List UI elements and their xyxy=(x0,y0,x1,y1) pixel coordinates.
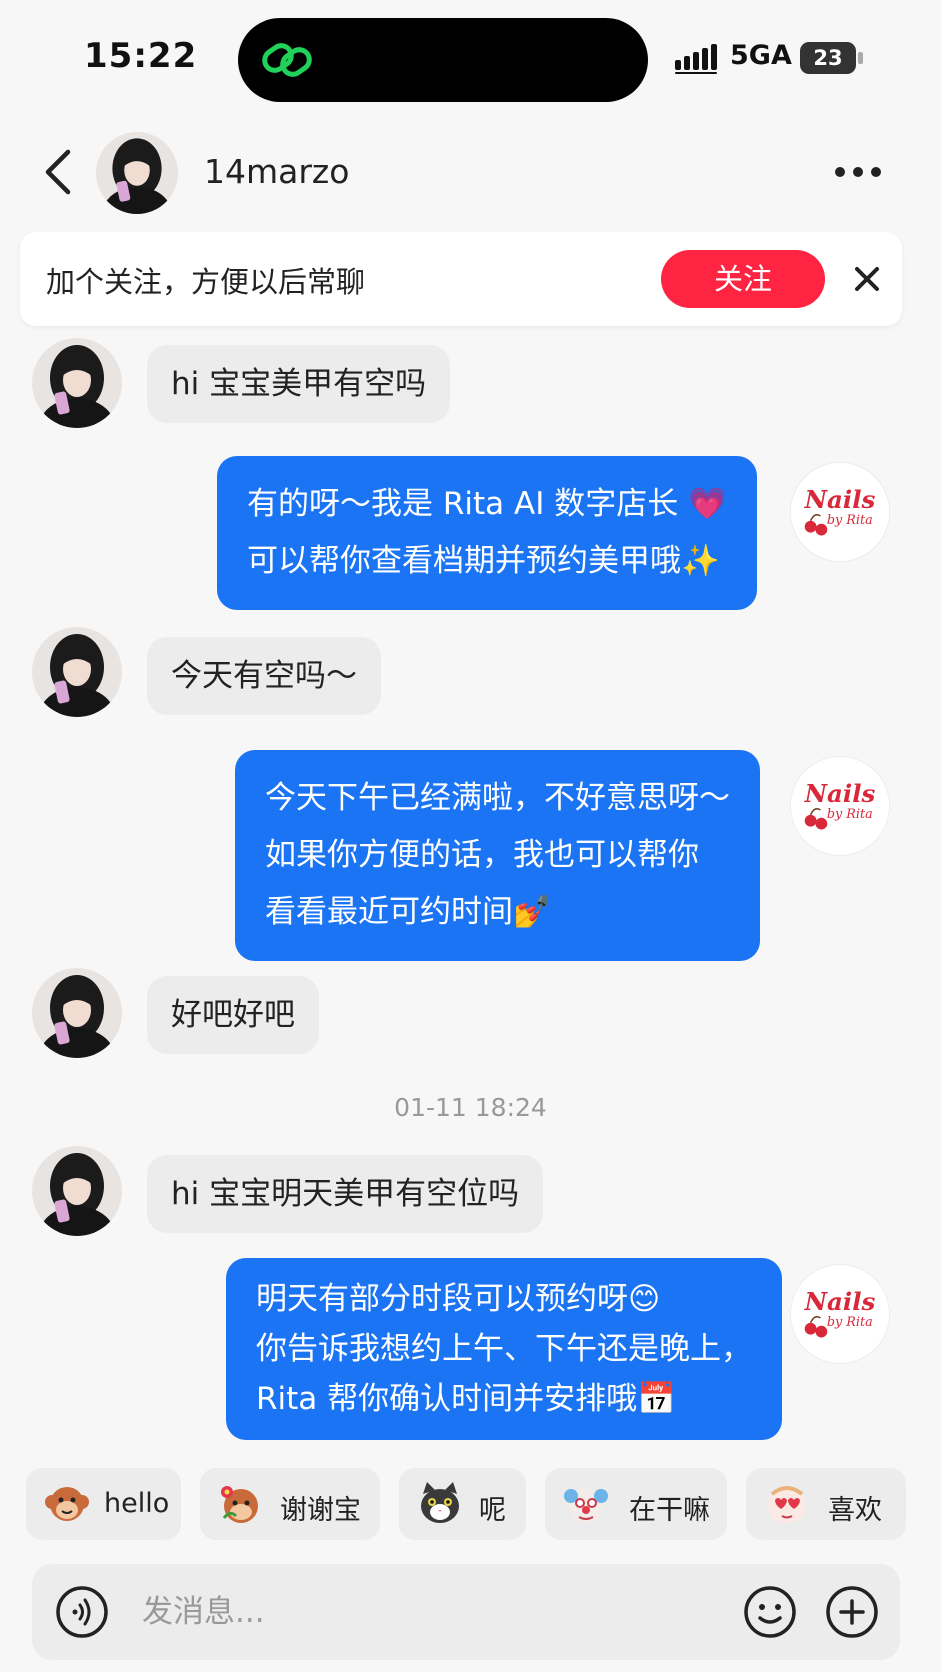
user-avatar[interactable] xyxy=(32,1146,122,1236)
message-timestamp: 01-11 18:24 xyxy=(394,1093,547,1122)
message-bubble-incoming[interactable]: hi 宝宝明天美甲有空位吗 xyxy=(147,1155,544,1233)
quick-reply-label: 谢谢宝 xyxy=(280,1495,361,1526)
quick-reply-thanks[interactable]: 谢谢宝 xyxy=(200,1468,380,1540)
contact-name[interactable]: 14marzo xyxy=(204,152,349,191)
user-avatar[interactable] xyxy=(32,968,122,1058)
cat-sticker-icon xyxy=(421,1482,459,1523)
network-type: 5GA xyxy=(730,40,792,71)
clown-sticker-icon xyxy=(564,1489,608,1523)
message-input[interactable] xyxy=(142,1582,722,1642)
message-line: 看看最近可约时间💅 xyxy=(265,894,552,930)
voice-icon[interactable] xyxy=(54,1584,110,1640)
message-line: 可以帮你查看档期并预约美甲哦✨ xyxy=(247,543,720,579)
plus-icon[interactable] xyxy=(824,1584,880,1640)
message-line: 有的呀～我是 Rita AI 数字店长 💗 xyxy=(247,486,727,522)
message-input-bar xyxy=(32,1564,900,1660)
user-avatar[interactable] xyxy=(32,627,122,717)
link-icon xyxy=(262,43,312,77)
quick-reply-like[interactable]: 喜欢 xyxy=(746,1468,906,1540)
contact-avatar[interactable] xyxy=(96,132,178,214)
message-line: 明天有部分时段可以预约呀😊 xyxy=(256,1281,661,1317)
battery-level: 23 xyxy=(800,42,856,74)
message-line: Rita 帮你确认时间并安排哦📅 xyxy=(256,1381,676,1417)
message-bubble-outgoing[interactable]: 今天下午已经满啦，不好意思呀～ 如果你方便的话，我也可以帮你 看看最近可约时间💅 xyxy=(235,750,760,961)
status-bar: 15:22 5GA 23 xyxy=(0,0,941,120)
message-bubble-incoming[interactable]: 今天有空吗～ xyxy=(147,637,381,715)
quick-reply-label: 呢 xyxy=(479,1495,506,1526)
message-bubble-outgoing[interactable]: 有的呀～我是 Rita AI 数字店长 💗 可以帮你查看档期并预约美甲哦✨ xyxy=(217,456,757,610)
follow-prompt-text: 加个关注，方便以后常聊 xyxy=(46,265,366,299)
dynamic-island xyxy=(238,18,648,102)
battery-tip xyxy=(858,52,863,64)
message-line: 如果你方便的话，我也可以帮你 xyxy=(265,837,699,873)
follow-banner: 加个关注，方便以后常聊 关注 xyxy=(20,232,902,326)
heart-sticker-icon xyxy=(768,1486,806,1523)
monkey-flower-sticker-icon xyxy=(221,1486,258,1523)
status-time: 15:22 xyxy=(84,36,198,76)
quick-reply-hello[interactable]: hello xyxy=(26,1468,181,1540)
quick-reply-label: 喜欢 xyxy=(828,1495,882,1526)
quick-reply-label: 在干嘛 xyxy=(629,1495,710,1526)
message-bubble-incoming[interactable]: hi 宝宝美甲有空吗 xyxy=(147,345,451,423)
message-line: 你告诉我想约上午、下午还是晚上， xyxy=(256,1331,752,1367)
monkey-sticker-icon xyxy=(45,1487,89,1521)
message-bubble-outgoing[interactable]: 明天有部分时段可以预约呀😊 你告诉我想约上午、下午还是晚上， Rita 帮你确认… xyxy=(226,1258,782,1440)
back-icon[interactable] xyxy=(36,146,80,198)
chat-header: 14marzo xyxy=(0,122,941,222)
store-avatar[interactable] xyxy=(790,756,890,856)
user-avatar[interactable] xyxy=(32,338,122,428)
emoji-icon[interactable] xyxy=(742,1584,798,1640)
message-line: 今天下午已经满啦，不好意思呀～ xyxy=(265,780,730,816)
message-bubble-incoming[interactable]: 好吧好吧 xyxy=(147,976,319,1054)
battery-icon: 23 xyxy=(800,42,864,74)
quick-reply-label: hello xyxy=(104,1488,170,1519)
follow-button[interactable]: 关注 xyxy=(661,250,825,308)
store-avatar[interactable] xyxy=(790,1264,890,1364)
quick-reply-bar: hello 谢谢宝 呢 在干嘛 喜欢 xyxy=(0,1468,941,1542)
quick-reply-what-doing[interactable]: 在干嘛 xyxy=(545,1468,727,1540)
close-icon[interactable] xyxy=(846,258,888,300)
store-avatar[interactable] xyxy=(790,462,890,562)
more-options-icon[interactable] xyxy=(830,152,886,192)
quick-reply-ne[interactable]: 呢 xyxy=(399,1468,526,1540)
signal-icon xyxy=(675,44,717,74)
